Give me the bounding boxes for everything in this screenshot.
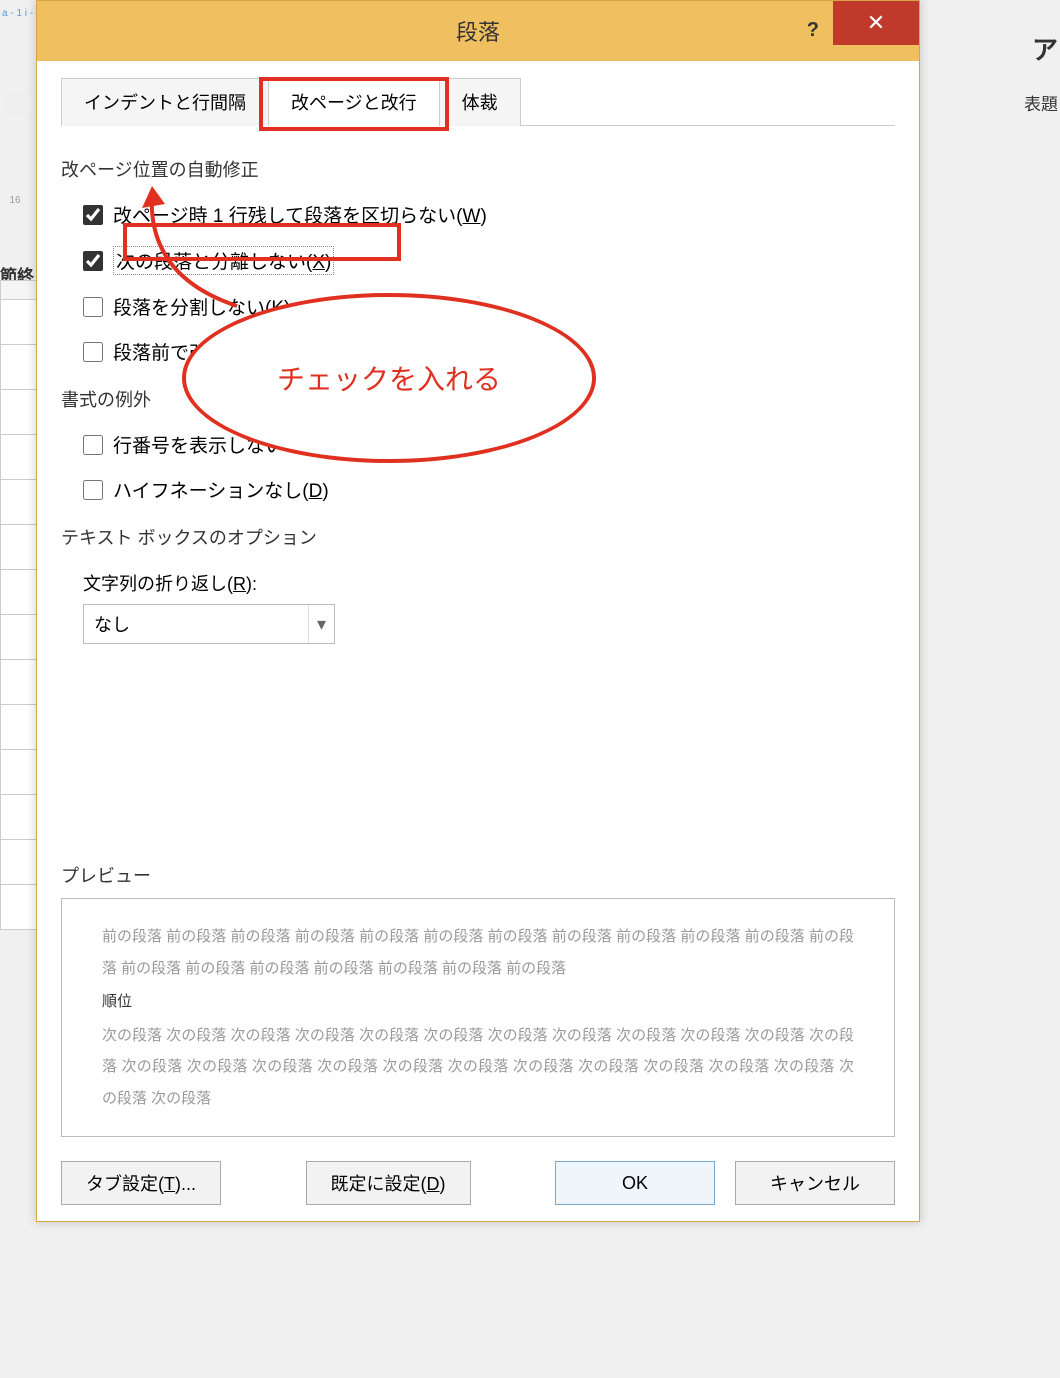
preview-current: 順位 [102, 986, 854, 1018]
wrap-value: なし [94, 611, 130, 637]
cancel-button[interactable]: キャンセル [735, 1161, 895, 1205]
checkbox-widow-control[interactable]: 改ページ時 1 行残して段落を区切らない(W) [83, 201, 895, 228]
checkbox-keeplines-label: 段落を分割しない(K) [113, 293, 290, 320]
checkbox-pagebefore-label: 段落前で改ページする(B) [113, 338, 328, 365]
checkbox-widow-label: 改ページ時 1 行残して段落を区切らない(W) [113, 201, 487, 228]
button-row: タブ設定(T)... 既定に設定(D) OK キャンセル [61, 1161, 895, 1205]
section-autopage: 改ページ位置の自動修正 [61, 156, 895, 182]
chevron-down-icon: ▾ [308, 605, 334, 643]
preview-after: 次の段落 次の段落 次の段落 次の段落 次の段落 次の段落 次の段落 次の段落 … [102, 1027, 854, 1107]
preview-section: プレビュー 前の段落 前の段落 前の段落 前の段落 前の段落 前の段落 前の段落… [61, 850, 895, 1137]
paragraph-dialog: 段落 ? ✕ インデントと行間隔 改ページと改行 体裁 改ページ位置の自動修正 … [36, 0, 920, 1222]
tabs-button[interactable]: タブ設定(T)... [61, 1161, 221, 1205]
bg-style-glyph: ア [1032, 30, 1058, 67]
bg-table [0, 280, 37, 930]
tab-layout[interactable]: 体裁 [439, 78, 521, 126]
checkbox-page-before[interactable]: 段落前で改ページする(B) [83, 338, 895, 365]
dialog-title: 段落 [456, 15, 500, 47]
checkbox-keep-with-next[interactable]: 次の段落と分離しない(X) [83, 246, 895, 275]
checkbox-hyphen-input[interactable] [83, 480, 103, 500]
section-format-exception: 書式の例外 [61, 386, 895, 412]
preview-before: 前の段落 前の段落 前の段落 前の段落 前の段落 前の段落 前の段落 前の段落 … [102, 928, 854, 977]
close-button[interactable]: ✕ [833, 1, 919, 45]
wrap-label: 文字列の折り返し(R): [83, 570, 895, 596]
ruler-tick: 16 [0, 195, 30, 206]
set-default-button[interactable]: 既定に設定(D) [306, 1161, 471, 1205]
tab-indent[interactable]: インデントと行間隔 [61, 78, 269, 126]
justify-icon [4, 95, 26, 113]
checkbox-keep-lines[interactable]: 段落を分割しない(K) [83, 293, 895, 320]
checkbox-keeplines-input[interactable] [83, 297, 103, 317]
checkbox-no-hyphenation[interactable]: ハイフネーションなし(D) [83, 476, 895, 503]
checkbox-pagebefore-input[interactable] [83, 342, 103, 362]
section-textbox-options: テキスト ボックスのオプション [61, 524, 895, 550]
checkbox-linenum-input[interactable] [83, 435, 103, 455]
dialog-body: インデントと行間隔 改ページと改行 体裁 改ページ位置の自動修正 改ページ時 1… [37, 61, 919, 1221]
ok-button[interactable]: OK [555, 1161, 715, 1205]
margin-marker: a - 1 i - [2, 8, 33, 19]
bg-style-label: 表題 [1024, 90, 1058, 115]
close-icon: ✕ [867, 10, 885, 36]
help-button[interactable]: ? [807, 19, 819, 42]
checkbox-suppress-linenum[interactable]: 行番号を表示しない [83, 431, 895, 458]
checkbox-hyphen-label: ハイフネーションなし(D) [113, 476, 329, 503]
preview-label: プレビュー [61, 862, 895, 888]
checkbox-widow-input[interactable] [83, 205, 103, 225]
checkbox-keepnext-input[interactable] [83, 251, 103, 271]
tab-strip: インデントと行間隔 改ページと改行 体裁 [61, 77, 895, 126]
tab-pagebreak[interactable]: 改ページと改行 [268, 78, 440, 126]
preview-box: 前の段落 前の段落 前の段落 前の段落 前の段落 前の段落 前の段落 前の段落 … [61, 898, 895, 1137]
wrap-dropdown[interactable]: なし ▾ [83, 604, 335, 644]
checkbox-linenum-label: 行番号を表示しない [113, 431, 284, 458]
titlebar: 段落 ? ✕ [37, 1, 919, 61]
checkbox-keepnext-label: 次の段落と分離しない(X) [113, 246, 334, 275]
